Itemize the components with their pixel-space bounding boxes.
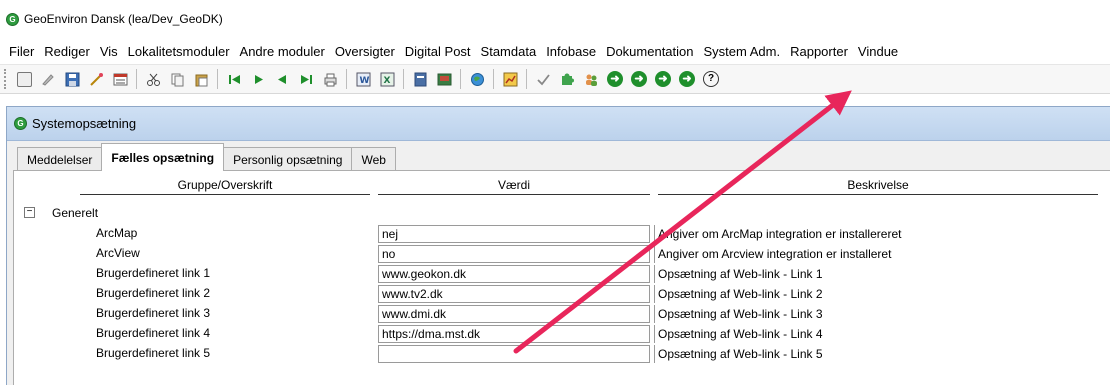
- edit-pen-icon[interactable]: [38, 69, 58, 89]
- svg-text:X: X: [383, 76, 390, 86]
- inner-window-titlebar: G Systemopsætning: [7, 107, 1110, 141]
- puzzle-icon[interactable]: [557, 69, 577, 89]
- collapse-icon[interactable]: −: [24, 207, 35, 218]
- setting-description: Opsætning af Web-link - Link 1: [654, 265, 954, 283]
- toolbar-separator: [526, 69, 527, 89]
- setting-description: Opsætning af Web-link - Link 3: [654, 305, 954, 323]
- group-label: Generelt: [52, 206, 99, 220]
- systemopsaetning-window: G Systemopsætning Meddelelser Fælles ops…: [6, 106, 1110, 385]
- window-logo-icon: G: [14, 117, 27, 130]
- inner-window-title: Systemopsætning: [32, 116, 137, 131]
- menu-oversigter[interactable]: Oversigter: [330, 44, 400, 59]
- toolbar-separator: [217, 69, 218, 89]
- table-row[interactable]: ArcView no Angiver om Arcview integratio…: [14, 243, 1110, 263]
- setting-name: Brugerdefineret link 5: [96, 346, 211, 360]
- tab-web[interactable]: Web: [351, 147, 396, 171]
- menu-vis[interactable]: Vis: [95, 44, 123, 59]
- menu-stamdata[interactable]: Stamdata: [476, 44, 542, 59]
- document-icon[interactable]: [410, 69, 430, 89]
- save-icon[interactable]: [62, 69, 82, 89]
- toolbar-grip-handle[interactable]: [4, 69, 8, 89]
- setting-value-input[interactable]: nej: [378, 225, 650, 243]
- go-arrow-icon-1[interactable]: ➜: [605, 69, 625, 89]
- tab-meddelelser[interactable]: Meddelelser: [17, 147, 103, 171]
- toolbar-separator: [346, 69, 347, 89]
- go-arrow-icon-3[interactable]: ➜: [653, 69, 673, 89]
- column-header-vaerdi[interactable]: Værdi: [378, 175, 650, 195]
- setting-value-input[interactable]: [378, 345, 650, 363]
- setting-description: Opsætning af Web-link - Link 5: [654, 345, 954, 363]
- toolbar-separator: [136, 69, 137, 89]
- wand-icon[interactable]: [86, 69, 106, 89]
- setting-description: Opsætning af Web-link - Link 2: [654, 285, 954, 303]
- chart-icon[interactable]: [500, 69, 520, 89]
- toolbar-separator: [460, 69, 461, 89]
- table-row[interactable]: Brugerdefineret link 5 Opsætning af Web-…: [14, 343, 1110, 363]
- last-record-icon[interactable]: [296, 69, 316, 89]
- menu-filer[interactable]: Filer: [4, 44, 39, 59]
- svg-text:W: W: [359, 76, 369, 86]
- toolbar-separator: [493, 69, 494, 89]
- app-titlebar: G GeoEnviron Dansk (lea/Dev_GeoDK): [0, 0, 1110, 38]
- setting-value-input[interactable]: https://dma.mst.dk: [378, 325, 650, 343]
- menu-andre-moduler[interactable]: Andre moduler: [235, 44, 330, 59]
- tab-strip: Meddelelser Fælles opsætning Personlig o…: [17, 143, 396, 171]
- print-preview-icon[interactable]: [14, 69, 34, 89]
- paste-icon[interactable]: [191, 69, 211, 89]
- table-row[interactable]: ArcMap nej Angiver om ArcMap integration…: [14, 223, 1110, 243]
- setting-name: ArcMap: [96, 226, 138, 240]
- users-icon[interactable]: [581, 69, 601, 89]
- setting-name: Brugerdefineret link 3: [96, 306, 211, 320]
- column-header-beskrivelse[interactable]: Beskrivelse: [658, 175, 1098, 195]
- menu-digital-post[interactable]: Digital Post: [400, 44, 476, 59]
- copy-icon[interactable]: [167, 69, 187, 89]
- setting-value-input[interactable]: www.geokon.dk: [378, 265, 650, 283]
- go-arrow-icon-2[interactable]: ➜: [629, 69, 649, 89]
- menu-infobase[interactable]: Infobase: [541, 44, 601, 59]
- setting-description: Angiver om ArcMap integration er install…: [654, 225, 954, 243]
- help-icon[interactable]: ?: [701, 69, 721, 89]
- setting-name: Brugerdefineret link 4: [96, 326, 211, 340]
- menu-vindue[interactable]: Vindue: [853, 44, 903, 59]
- app-logo-icon: G: [6, 12, 19, 26]
- setting-value-input[interactable]: no: [378, 245, 650, 263]
- menu-lokalitetsmoduler[interactable]: Lokalitetsmoduler: [123, 44, 235, 59]
- checkmark-icon[interactable]: [533, 69, 553, 89]
- menu-system-adm[interactable]: System Adm.: [699, 44, 786, 59]
- print-icon[interactable]: [320, 69, 340, 89]
- settings-grid: Gruppe/Overskrift Værdi Beskrivelse − Ge…: [13, 170, 1110, 385]
- globe-icon[interactable]: [467, 69, 487, 89]
- excel-export-icon[interactable]: X: [377, 69, 397, 89]
- go-arrow-icon-4[interactable]: ➜: [677, 69, 697, 89]
- previous-record-icon[interactable]: [272, 69, 292, 89]
- menu-dokumentation[interactable]: Dokumentation: [601, 44, 698, 59]
- table-row[interactable]: Brugerdefineret link 4 https://dma.mst.d…: [14, 323, 1110, 343]
- table-row[interactable]: Brugerdefineret link 2 www.tv2.dk Opsætn…: [14, 283, 1110, 303]
- setting-name: Brugerdefineret link 1: [96, 266, 211, 280]
- first-record-icon[interactable]: [224, 69, 244, 89]
- window-title: GeoEnviron Dansk (lea/Dev_GeoDK): [24, 12, 223, 26]
- word-export-icon[interactable]: W: [353, 69, 373, 89]
- toolbar: W X ➜ ➜ ➜ ➜ ?: [0, 64, 1110, 94]
- setting-name: ArcView: [96, 246, 140, 260]
- menu-bar: Filer Rediger Vis Lokalitetsmoduler Andr…: [0, 38, 1110, 64]
- menu-rapporter[interactable]: Rapporter: [785, 44, 853, 59]
- tab-personlig-opsaetning[interactable]: Personlig opsætning: [223, 147, 353, 171]
- setting-value-input[interactable]: www.dmi.dk: [378, 305, 650, 323]
- column-header-gruppe[interactable]: Gruppe/Overskrift: [80, 175, 370, 195]
- setting-description: Opsætning af Web-link - Link 4: [654, 325, 954, 343]
- group-row-generelt[interactable]: − Generelt: [14, 203, 1110, 223]
- table-row[interactable]: Brugerdefineret link 1 www.geokon.dk Ops…: [14, 263, 1110, 283]
- tab-faelles-opsaetning[interactable]: Fælles opsætning: [101, 143, 225, 171]
- setting-value-input[interactable]: www.tv2.dk: [378, 285, 650, 303]
- toolbar-separator: [403, 69, 404, 89]
- table-row[interactable]: Brugerdefineret link 3 www.dmi.dk Opsætn…: [14, 303, 1110, 323]
- image-icon[interactable]: [434, 69, 454, 89]
- menu-rediger[interactable]: Rediger: [39, 44, 95, 59]
- setting-description: Angiver om Arcview integration er instal…: [654, 245, 954, 263]
- cut-icon[interactable]: [143, 69, 163, 89]
- setting-name: Brugerdefineret link 2: [96, 286, 211, 300]
- next-record-icon[interactable]: [248, 69, 268, 89]
- list-window-icon[interactable]: [110, 69, 130, 89]
